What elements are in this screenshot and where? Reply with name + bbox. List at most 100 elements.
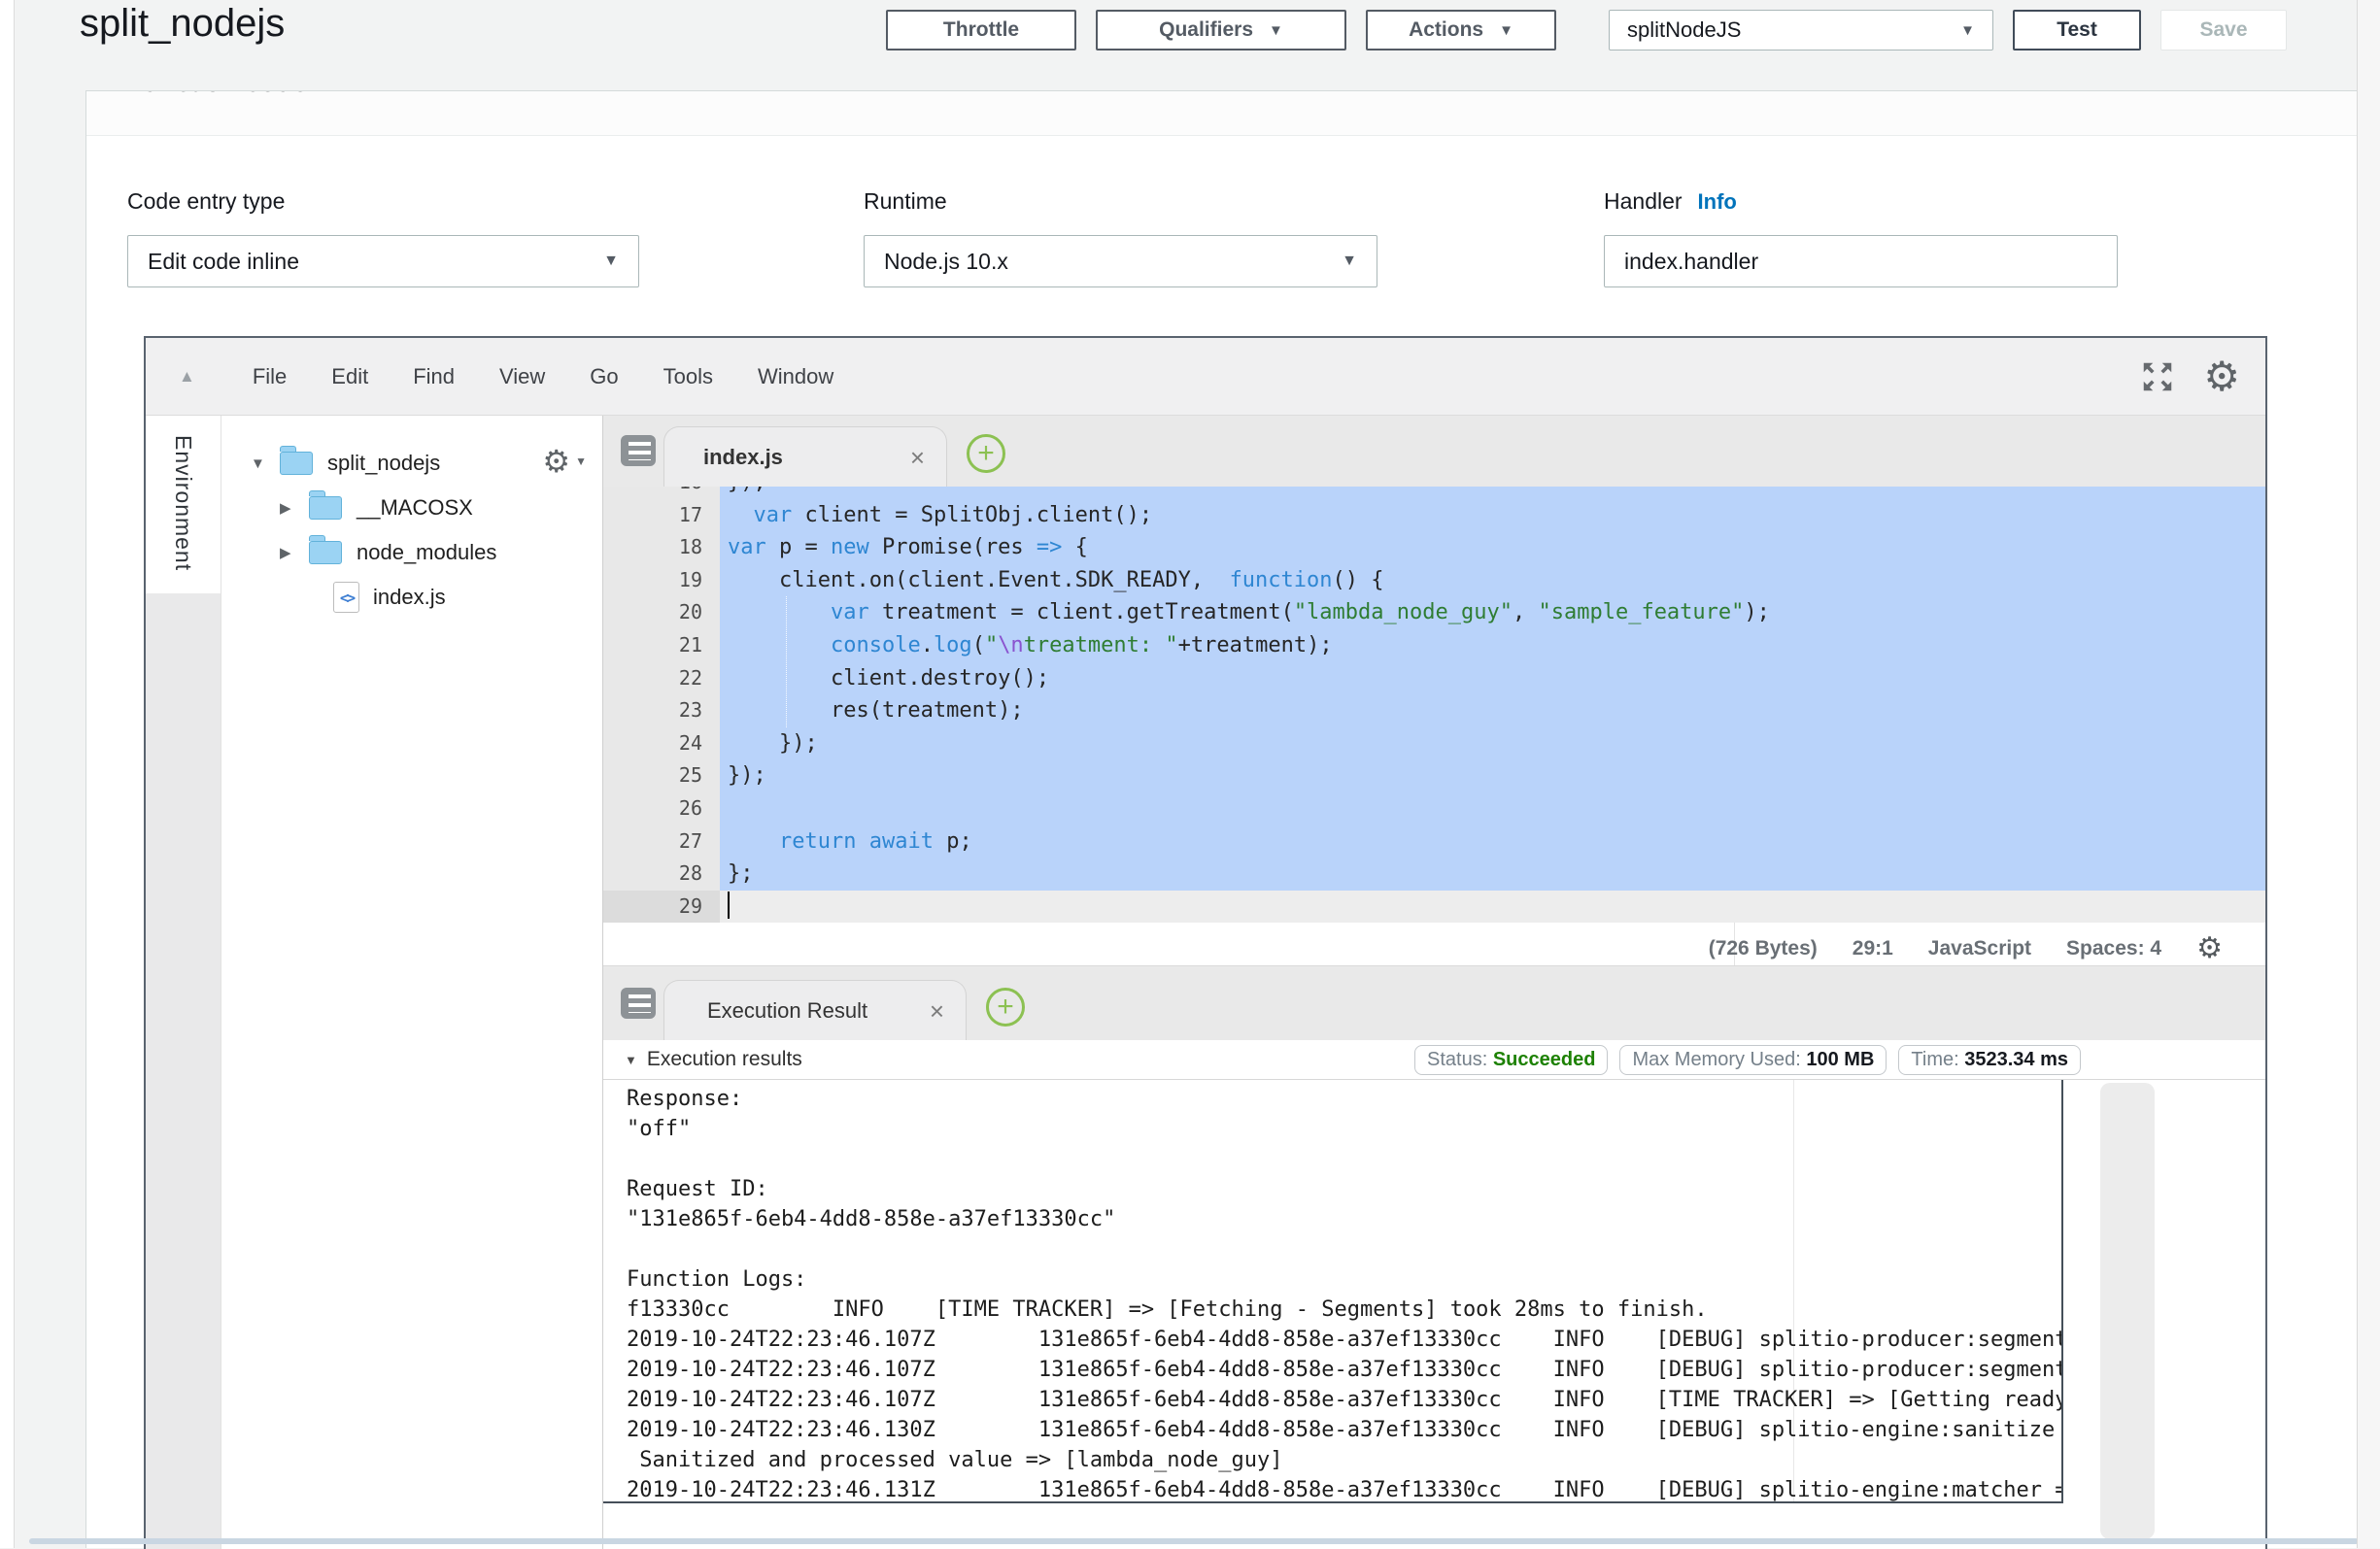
code-text — [720, 792, 2265, 825]
menu-find[interactable]: Find — [391, 364, 477, 389]
code-line-22[interactable]: 22 client.destroy(); — [603, 662, 2265, 695]
qualifiers-button[interactable]: Qualifiers ▼ — [1096, 10, 1346, 51]
caret-down-icon: ▼ — [625, 1053, 637, 1067]
tree-item--macosx[interactable]: ▶__MACOSX — [221, 486, 602, 530]
caret-right-icon[interactable]: ▶ — [280, 499, 309, 517]
line-number: 23 — [603, 694, 720, 727]
handler-value: index.handler — [1624, 249, 1758, 275]
save-button[interactable]: Save — [2160, 10, 2287, 51]
close-icon[interactable]: × — [910, 445, 925, 470]
log-line: 2019-10-24T22:23:46.130Z 131e865f-6eb4-4… — [603, 1415, 2061, 1445]
execution-results-toggle[interactable]: ▼ Execution results — [603, 1048, 802, 1071]
code-line-18[interactable]: 18var p = new Promise(res => { — [603, 531, 2265, 564]
info-link[interactable]: Info — [323, 91, 362, 96]
tree-settings-button[interactable]: ⚙▼ — [542, 446, 587, 477]
code-text: var treatment = client.getTreatment("lam… — [720, 596, 2265, 629]
folder-icon — [309, 541, 342, 564]
status-badges: Status: SucceededMax Memory Used: 100 MB… — [1414, 1045, 2081, 1075]
code-editor-area[interactable]: 16});17 var client = SplitObj.client();1… — [603, 487, 2265, 931]
code-line-28[interactable]: 28}; — [603, 858, 2265, 891]
code-text: console.log("\ntreatment: "+treatment); — [720, 629, 2265, 662]
execution-results-title: Execution results — [647, 1048, 802, 1071]
results-scrollbar[interactable] — [2100, 1083, 2155, 1539]
new-tab-icon[interactable]: + — [967, 434, 1005, 473]
code-line-21[interactable]: 21 console.log("\ntreatment: "+treatment… — [603, 629, 2265, 662]
line-number: 18 — [603, 531, 720, 564]
caret-right-icon[interactable]: ▶ — [280, 544, 309, 561]
code-line-23[interactable]: 23 res(treatment); — [603, 694, 2265, 727]
execution-results-header: ▼ Execution results Status: SucceededMax… — [603, 1040, 2265, 1080]
folder-icon — [309, 496, 342, 520]
code-line-29[interactable]: 29 — [603, 891, 2265, 924]
cursor-position[interactable]: 29:1 — [1853, 937, 1893, 960]
tree-item-node-modules[interactable]: ▶node_modules — [221, 530, 602, 575]
tree-item-split-nodejs[interactable]: ▼split_nodejs⚙▼ — [221, 441, 602, 486]
settings-gear-icon: ⚙ — [542, 446, 570, 477]
menu-view[interactable]: View — [477, 364, 567, 389]
code-line-26[interactable]: 26 — [603, 792, 2265, 825]
code-text: var client = SplitObj.client(); — [720, 499, 2265, 532]
runtime-select[interactable]: Node.js 10.x ▼ — [864, 235, 1377, 287]
tab-index-js[interactable]: index.js × — [663, 426, 947, 487]
menu-file[interactable]: File — [230, 364, 309, 389]
page-scrollbar[interactable] — [2357, 0, 2380, 1548]
menu-go[interactable]: Go — [567, 364, 640, 389]
code-line-16[interactable]: 16}); — [603, 487, 2265, 499]
handler-input[interactable]: index.handler — [1604, 235, 2118, 287]
test-event-select[interactable]: splitNodeJS ▼ — [1609, 10, 1993, 51]
code-entry-type-select[interactable]: Edit code inline ▼ — [127, 235, 639, 287]
handler-label: HandlerInfo — [1604, 188, 1737, 215]
environment-tab[interactable]: Environment — [146, 416, 221, 593]
log-line: f13330cc INFO [TIME TRACKER] => [Fetchin… — [603, 1295, 2061, 1325]
page-title: split_nodejs — [80, 2, 285, 46]
tab-execution-result[interactable]: Execution Result × — [663, 980, 967, 1040]
tab-label: Execution Result — [707, 998, 918, 1024]
tab-list-icon[interactable] — [621, 988, 656, 1019]
close-icon[interactable]: × — [930, 998, 944, 1024]
status-badge: Status: Succeeded — [1414, 1045, 1608, 1075]
execution-results-output[interactable]: Response:"off"Request ID:"131e865f-6eb4-… — [603, 1080, 2063, 1503]
language-mode[interactable]: JavaScript — [1928, 937, 2031, 960]
info-link[interactable]: Info — [1698, 189, 1737, 214]
line-number: 20 — [603, 596, 720, 629]
tab-list-icon[interactable] — [621, 435, 656, 466]
code-line-27[interactable]: 27 return await p; — [603, 825, 2265, 859]
code-text — [720, 891, 2265, 924]
indentation-setting[interactable]: Spaces: 4 — [2066, 937, 2161, 960]
code-line-19[interactable]: 19 client.on(client.Event.SDK_READY, fun… — [603, 564, 2265, 597]
log-line: Function Logs: — [603, 1264, 2061, 1295]
collapse-icon[interactable]: ▲ — [179, 367, 195, 387]
caret-down-icon[interactable]: ▼ — [251, 455, 280, 472]
editor-tabbar: index.js × + — [603, 416, 2265, 487]
tree-item-index-js[interactable]: <>index.js — [221, 575, 602, 620]
new-tab-icon[interactable]: + — [986, 988, 1025, 1027]
code-line-25[interactable]: 25}); — [603, 759, 2265, 792]
actions-button[interactable]: Actions ▼ — [1366, 10, 1556, 51]
test-button[interactable]: Test — [2013, 10, 2141, 51]
horizontal-scrollbar[interactable] — [29, 1538, 2359, 1544]
code-text: }); — [720, 487, 2265, 499]
line-number: 24 — [603, 727, 720, 760]
results-tabbar: Execution Result × + — [603, 966, 2265, 1040]
chevron-down-icon: ▼ — [1342, 253, 1357, 269]
file-size: (726 Bytes) — [1709, 937, 1818, 960]
code-line-24[interactable]: 24 }); — [603, 727, 2265, 760]
ide-body: Environment ▼split_nodejs⚙▼▶__MACOSX▶nod… — [146, 416, 2265, 1549]
section-title-text: Function code — [125, 91, 308, 98]
indent-guide — [786, 596, 787, 727]
status-badge: Time: 3523.34 ms — [1898, 1045, 2081, 1075]
tree-item-label: index.js — [373, 585, 446, 610]
log-line: Response: — [603, 1084, 2061, 1114]
test-event-value: splitNodeJS — [1627, 17, 1741, 43]
settings-gear-icon[interactable]: ⚙ — [2203, 356, 2240, 397]
throttle-button[interactable]: Throttle — [886, 10, 1076, 51]
code-line-17[interactable]: 17 var client = SplitObj.client(); — [603, 499, 2265, 532]
settings-gear-icon[interactable]: ⚙ — [2196, 934, 2223, 963]
menu-edit[interactable]: Edit — [309, 364, 391, 389]
chevron-down-icon: ▼ — [1269, 23, 1283, 38]
menu-tools[interactable]: Tools — [641, 364, 735, 389]
code-line-20[interactable]: 20 var treatment = client.getTreatment("… — [603, 596, 2265, 629]
editor-statusbar: (726 Bytes) 29:1 JavaScript Spaces: 4 ⚙ — [603, 931, 2265, 966]
menu-window[interactable]: Window — [735, 364, 856, 389]
fullscreen-icon[interactable] — [2139, 358, 2176, 395]
